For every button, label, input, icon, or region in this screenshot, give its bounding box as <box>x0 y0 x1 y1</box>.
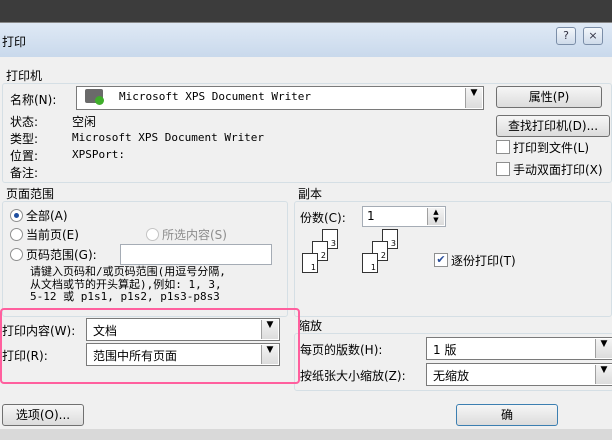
print-to-file-checkbox[interactable] <box>496 140 510 154</box>
manual-duplex-checkbox[interactable] <box>496 162 510 176</box>
options-button[interactable]: 选项(O)... <box>2 404 84 426</box>
page-range-input[interactable] <box>120 244 272 265</box>
manual-duplex-label: 手动双面打印(X) <box>513 163 603 177</box>
printer-group-label: 打印机 <box>6 69 43 83</box>
bottom-edge <box>0 429 612 440</box>
page-range-hint: 请键入页码和/或页码范围(用逗号分隔, 从文档或节的开头算起),例如: 1, 3… <box>30 265 226 303</box>
pages-per-sheet-select[interactable]: 1 版 ▼ <box>426 337 612 360</box>
copies-count-label: 份数(C): <box>300 211 346 225</box>
where-value: XPSPort: <box>72 148 125 161</box>
ready-icon <box>95 96 104 105</box>
where-label: 位置: <box>10 149 39 163</box>
chevron-down-icon: ▼ <box>595 365 612 384</box>
print-to-file-label: 打印到文件(L) <box>513 141 590 155</box>
print-dialog: 打印 ? × 打印机 名称(N): Microsoft XPS Document… <box>0 22 612 440</box>
range-current-radio[interactable] <box>10 228 23 241</box>
scale-label: 按纸张大小缩放(Z): <box>300 369 406 383</box>
page-icon: 1 <box>302 253 318 273</box>
printer-icon <box>85 89 104 105</box>
printer-name-value: Microsoft XPS Document Writer <box>119 90 312 103</box>
type-value: Microsoft XPS Document Writer <box>72 131 265 144</box>
range-pages-label: 页码范围(G): <box>26 248 97 262</box>
properties-button[interactable]: 属性(P) <box>496 86 602 108</box>
scale-select[interactable]: 无缩放 ▼ <box>426 363 612 386</box>
collate-illustration-b: 3 2 1 <box>360 229 412 279</box>
range-all-label: 全部(A) <box>26 209 68 223</box>
page-range-group-label: 页面范围 <box>6 187 55 201</box>
zoom-group-label: 缩放 <box>298 319 323 333</box>
scale-value: 无缩放 <box>433 369 470 383</box>
comment-label: 备注: <box>10 166 39 180</box>
printer-name-label: 名称(N): <box>10 93 57 107</box>
spinner-icon[interactable]: ▲ ▼ <box>427 208 444 225</box>
highlight-annotation <box>0 308 300 384</box>
find-printer-button[interactable]: 查找打印机(D)... <box>496 115 610 137</box>
range-pages-radio[interactable] <box>10 248 23 261</box>
copies-group-label: 副本 <box>298 187 323 201</box>
pages-per-sheet-value: 1 版 <box>433 343 457 357</box>
close-icon[interactable]: × <box>583 27 603 45</box>
range-selection-label: 所选内容(S) <box>162 228 227 242</box>
title-bar: 打印 ? × <box>0 23 612 57</box>
copies-count-value: 1 <box>367 209 375 223</box>
pages-per-sheet-label: 每页的版数(H): <box>300 343 383 357</box>
printer-name-select[interactable]: Microsoft XPS Document Writer ▼ <box>76 86 484 110</box>
range-all-radio[interactable] <box>10 209 23 222</box>
copies-count-input[interactable]: 1 ▲ ▼ <box>362 206 446 227</box>
range-current-label: 当前页(E) <box>26 228 79 242</box>
status-label: 状态: <box>10 115 39 129</box>
ok-button[interactable]: 确 <box>456 404 558 426</box>
status-value: 空闲 <box>72 115 97 129</box>
collate-checkbox[interactable]: ✔ <box>434 253 448 267</box>
collate-label: 逐份打印(T) <box>451 254 516 268</box>
help-icon[interactable]: ? <box>556 27 576 45</box>
chevron-down-icon: ▼ <box>595 339 612 358</box>
window-title: 打印 <box>2 35 27 49</box>
page-icon: 1 <box>362 253 378 273</box>
type-label: 类型: <box>10 132 39 146</box>
chevron-down-icon: ▼ <box>465 88 482 108</box>
range-selection-radio[interactable] <box>146 228 159 241</box>
collate-illustration-a: 3 2 1 <box>300 229 352 279</box>
